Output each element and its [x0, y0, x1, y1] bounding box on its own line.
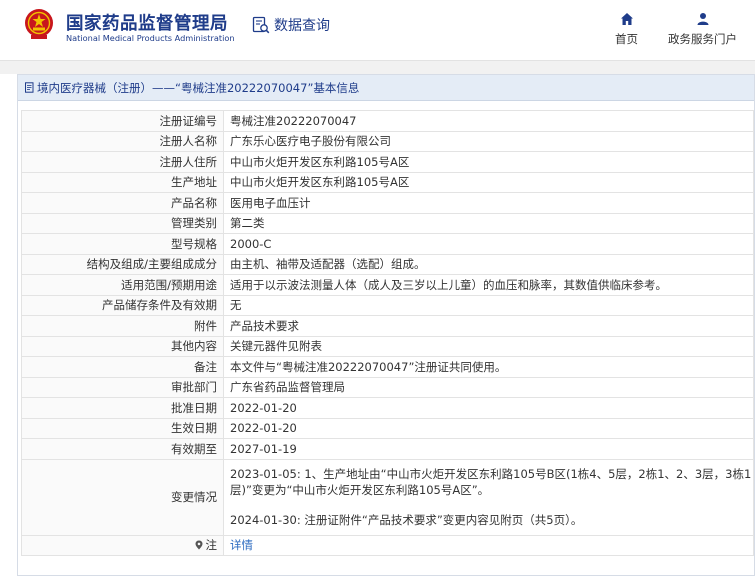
row-label: 批准日期 [21, 397, 224, 419]
table-row: 其他内容 关键元器件见附表 [21, 335, 754, 357]
row-value: 医用电子血压计 [223, 192, 754, 214]
registration-info-table: 注册证编号 粤械注准20222070047 注册人名称 广东乐心医疗电子股份有限公司注… [21, 110, 754, 556]
data-search-icon [252, 16, 270, 34]
note-label-cell: 注 [21, 534, 224, 556]
detail-panel: 境内医疗器械（注册）——“粤械注准20222070047”基本信息 注册证编号粤… [17, 74, 755, 576]
nav-home-label: 首页 [615, 32, 638, 46]
table-row: 产品储存条件及有效期无 [21, 294, 754, 316]
row-label: 结构及组成/主要组成成分 [21, 253, 224, 275]
header-divider [0, 60, 755, 74]
panel-title: 境内医疗器械（注册）——“粤械注准20222070047”基本信息 [37, 80, 360, 95]
table-row: 适用范围/预期用途 适用于以示波法测量人体（成人及三岁以上儿童）的血压和脉率，其数… [21, 274, 754, 296]
table-row: 注册证编号 粤械注准20222070047 [21, 110, 754, 132]
row-label: 生产地址 [21, 171, 224, 193]
row-value: 广东乐心医疗电子股份有限公司 [223, 130, 754, 152]
row-label: 产品名称 [21, 192, 224, 214]
brand-subtitle: National Medical Products Administration [66, 33, 235, 43]
table-row: 备注 本文件与“粤械注准20222070047”注册证共同使用。 [21, 356, 754, 378]
row-value: 中山市火炬开发区东利路105号A区 [223, 171, 754, 193]
site-header: 国家药品监督管理局 National Medical Products Admi… [0, 0, 755, 60]
table-row-note: 注 详情 [21, 534, 754, 556]
home-icon [620, 13, 633, 25]
row-label: 变更情况 [21, 458, 224, 536]
row-label: 注册证编号 [21, 110, 224, 132]
table-row: 结构及组成/主要组成成分 由主机、袖带及适配器（选配）组成。 [21, 253, 754, 275]
note-value: 详情 [223, 534, 754, 556]
table-row: 型号规格 2000-C [21, 233, 754, 255]
change-history-value: 2023-01-05: 1、生产地址由“中山市火炬开发区东利路105号B区(1栋… [223, 458, 754, 536]
document-icon [25, 82, 34, 93]
nav-home[interactable]: 首页 [615, 12, 638, 47]
table-row: 审批部门 广东省药品监督管理局 [21, 376, 754, 398]
row-label: 有效期至 [21, 438, 224, 460]
row-value: 第二类 [223, 212, 754, 234]
row-value: 2022-01-20 [223, 417, 754, 439]
row-label: 生效日期 [21, 417, 224, 439]
table-row: 生产地址 中山市火炬开发区东利路105号A区 [21, 171, 754, 193]
brand-title: 国家药品监督管理局 [66, 14, 228, 34]
row-value: 关键元器件见附表 [223, 335, 754, 357]
data-query-label: 数据查询 [274, 18, 330, 34]
table-row: 有效期至 2027-01-19 [21, 438, 754, 460]
table-row: 附件 产品技术要求 [21, 315, 754, 337]
table-row: 产品名称 医用电子血压计 [21, 192, 754, 214]
nav-service-label: 政务服务门户 [668, 32, 737, 46]
row-label: 产品储存条件及有效期 [21, 294, 224, 316]
change-entry: 2024-01-30: 注册证附件“产品技术要求”变更内容见附页（共5页）。 [230, 513, 583, 527]
row-value: 产品技术要求 [223, 315, 754, 337]
data-query-link[interactable]: 数据查询 [252, 15, 330, 35]
change-entry: 2023-01-05: 1、生产地址由“中山市火炬开发区东利路105号B区(1栋… [230, 467, 752, 497]
row-label: 审批部门 [21, 376, 224, 398]
row-value: 本文件与“粤械注准20222070047”注册证共同使用。 [223, 356, 754, 378]
national-emblem-icon [25, 9, 53, 39]
table-row: 批准日期 2022-01-20 [21, 397, 754, 419]
row-value: 适用于以示波法测量人体（成人及三岁以上儿童）的血压和脉率，其数值供临床参考。 [223, 274, 754, 296]
row-label: 其他内容 [21, 335, 224, 357]
table-row: 注册人住所 中山市火炬开发区东利路105号A区 [21, 151, 754, 173]
row-label: 注册人住所 [21, 151, 224, 173]
row-label: 型号规格 [21, 233, 224, 255]
table-row: 生效日期 2022-01-20 [21, 417, 754, 439]
table-row: 注册人名称 广东乐心医疗电子股份有限公司 [21, 130, 754, 152]
row-value: 2022-01-20 [223, 397, 754, 419]
row-label: 备注 [21, 356, 224, 378]
table-row-change-history: 变更情况 2023-01-05: 1、生产地址由“中山市火炬开发区东利路105号… [21, 458, 754, 536]
row-value: 2027-01-19 [223, 438, 754, 460]
row-label: 适用范围/预期用途 [21, 274, 224, 296]
row-label: 注册人名称 [21, 130, 224, 152]
details-link[interactable]: 详情 [230, 538, 253, 552]
nav-service-portal[interactable]: 政务服务门户 [668, 12, 737, 47]
row-value: 广东省药品监督管理局 [223, 376, 754, 398]
row-label: 管理类别 [21, 212, 224, 234]
note-label: 注 [205, 538, 218, 553]
panel-title-bar: 境内医疗器械（注册）——“粤械注准20222070047”基本信息 [18, 75, 754, 101]
user-icon [697, 13, 708, 25]
location-pin-icon [195, 540, 202, 550]
row-value: 中山市火炬开发区东利路105号A区 [223, 151, 754, 173]
row-value: 由主机、袖带及适配器（选配）组成。 [223, 253, 754, 275]
row-label: 附件 [21, 315, 224, 337]
row-value: 无 [223, 294, 754, 316]
row-value: 2000-C [223, 233, 754, 255]
table-row: 管理类别 第二类 [21, 212, 754, 234]
row-value: 粤械注准20222070047 [223, 110, 754, 132]
